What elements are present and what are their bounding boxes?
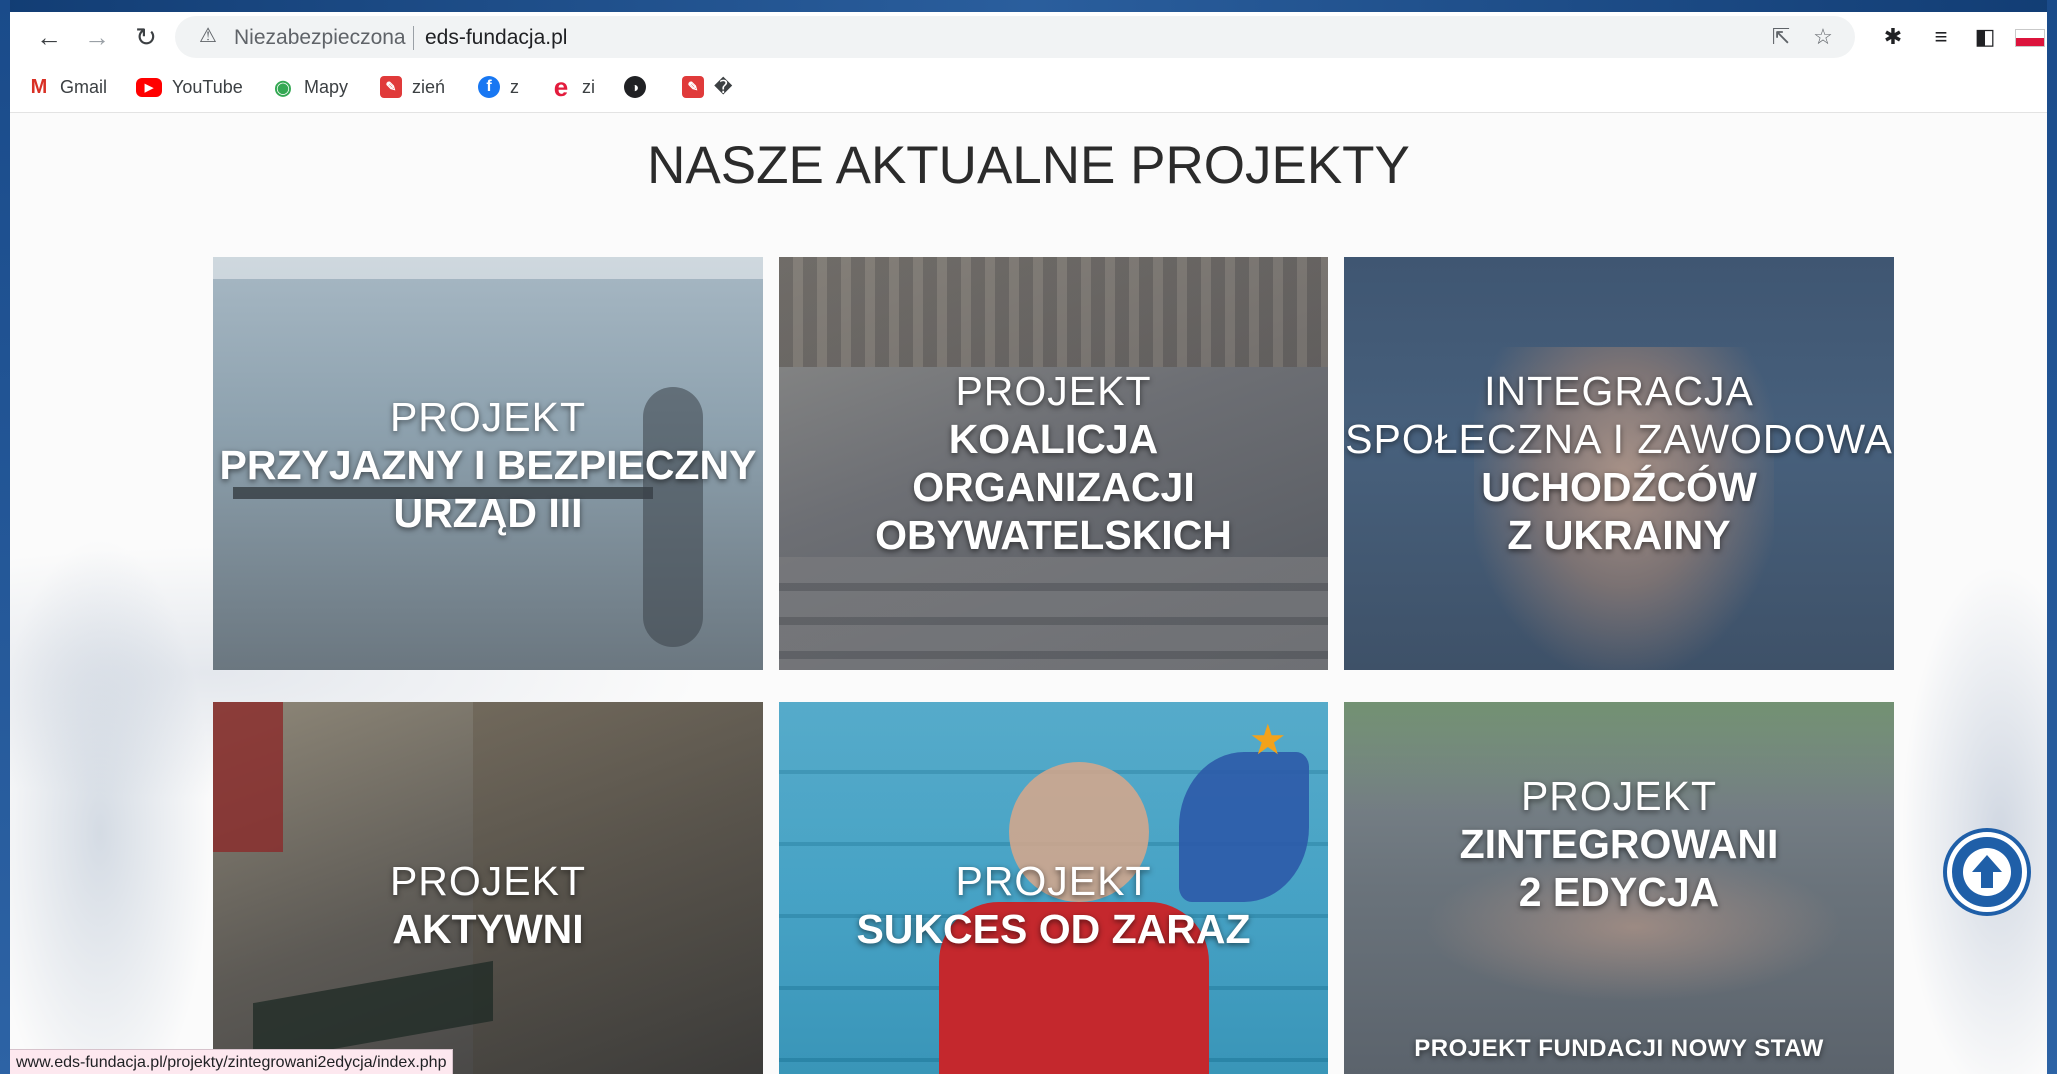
project-card-sukces-od-zaraz[interactable]: ★ PROJEKT SUKCES OD ZARAZ (779, 702, 1328, 1074)
card-label-bold: 2 EDYCJA (1518, 869, 1720, 915)
facebook-icon: f (478, 76, 500, 98)
card-label-bold: URZĄD III (393, 490, 583, 536)
card-image-top-light (213, 257, 763, 279)
e-icon: e (553, 71, 569, 102)
bookmark-label: Mapy (304, 76, 349, 97)
maps-icon: ◉ (274, 76, 292, 99)
bookmark-e[interactable]: e zi (550, 71, 595, 102)
red-bookmark-icon: ✎ (682, 76, 704, 98)
side-panel-icon[interactable]: ◧ (1970, 22, 2000, 52)
bookmark-maps[interactable]: ◉ Mapy (272, 74, 348, 100)
bookmark-label: � (714, 76, 733, 97)
bookmark-gmail[interactable]: M Gmail (28, 74, 107, 100)
card-label-bold: PRZYJAZNY I BEZPIECZNY (219, 442, 757, 488)
browser-window: ← → ↻ ⚠ Niezabezpieczona eds-fundacja.pl… (10, 12, 2047, 1074)
card-image-shutters (779, 257, 1328, 367)
bookmark-label: zień (412, 76, 446, 97)
gmail-icon: M (30, 75, 48, 98)
card-label-thin: PROJEKT (389, 394, 587, 440)
back-icon[interactable]: ← (34, 22, 64, 52)
bookmark-label: YouTube (172, 76, 243, 97)
address-bar[interactable]: ⚠ Niezabezpieczona eds-fundacja.pl ⇱ ☆ (175, 16, 1855, 58)
page-title: NASZE AKTUALNE PROJEKTY (647, 136, 1410, 195)
card-label-bold: OBYWATELSKICH (875, 512, 1232, 558)
profile-flag-icon[interactable] (2015, 29, 2045, 47)
card-label-thin: PROJEKT (1520, 773, 1718, 819)
card-label-bold: Z UKRAINY (1507, 512, 1731, 558)
bookmarks-bar: M Gmail ▶ YouTube ◉ Mapy ✎ zień f z e zi… (10, 62, 2047, 113)
globe-icon: ◑ (624, 76, 646, 98)
scroll-to-top-button[interactable] (1947, 832, 2027, 912)
youtube-icon: ▶ (136, 77, 162, 97)
card-label-bold: ZINTEGROWANI (1459, 821, 1779, 867)
bookmark-label: Gmail (60, 76, 108, 97)
extensions-icon[interactable]: ✱ (1878, 22, 1908, 52)
card-image-circuit-board (253, 960, 493, 1064)
arrow-up-icon (1963, 848, 2011, 896)
reading-list-icon[interactable]: ≡ (1926, 22, 1956, 52)
card-label-thin: SPOŁECZNA I ZAWODOWA (1345, 416, 1893, 462)
card-label-bold: AKTYWNI (392, 906, 584, 952)
warning-icon[interactable]: ⚠ (197, 25, 219, 47)
card-image-tool (213, 702, 283, 852)
card-label-thin: PROJEKT (955, 858, 1152, 904)
window-frame-right (2047, 0, 2057, 1074)
card-label-thin: PROJEKT (955, 368, 1152, 414)
reload-icon[interactable]: ↻ (131, 22, 161, 52)
url-text[interactable]: eds-fundacja.pl (425, 26, 567, 50)
status-bar-url: www.eds-fundacja.pl/projekty/zintegrowan… (10, 1049, 454, 1074)
star-icon: ★ (1249, 716, 1287, 763)
project-card-przyjazny-urzad[interactable]: PROJEKT PRZYJAZNY I BEZPIECZNY URZĄD III (213, 257, 763, 670)
project-card-zintegrowani[interactable]: PROJEKT ZINTEGROWANI 2 EDYCJA PROJEKT FU… (1344, 702, 1894, 1074)
star-icon[interactable]: ☆ (1809, 23, 1837, 51)
page-content: NASZE AKTUALNE PROJEKTY PROJEKT PRZYJAZN… (10, 113, 2047, 1074)
card-label-bold: ORGANIZACJI (912, 464, 1195, 510)
card-label-bold: KOALICJA (948, 416, 1159, 462)
card-footer-label: PROJEKT FUNDACJI NOWY STAW (1414, 1035, 1824, 1062)
project-card-integracja-ukraina[interactable]: INTEGRACJA SPOŁECZNA I ZAWODOWA UCHODŹCÓ… (1344, 257, 1894, 670)
bookmark-youtube[interactable]: ▶ YouTube (136, 74, 243, 100)
card-label-bold: SUKCES OD ZARAZ (856, 906, 1251, 952)
bookmark-zien[interactable]: ✎ zień (380, 74, 445, 100)
bookmark-facebook[interactable]: f z (478, 74, 519, 100)
card-image-steps (779, 557, 1328, 670)
project-card-aktywni[interactable]: PROJEKT AKTYWNI (213, 702, 763, 1074)
bookmark-red-2[interactable]: ✎ � (682, 74, 732, 100)
bookmark-globe[interactable]: ◑ (624, 74, 656, 100)
browser-toolbar: ← → ↻ ⚠ Niezabezpieczona eds-fundacja.pl… (10, 12, 2047, 62)
bookmark-label: z (510, 76, 519, 97)
forward-icon[interactable]: → (82, 22, 112, 52)
project-card-koalicja[interactable]: PROJEKT KOALICJA ORGANIZACJI OBYWATELSKI… (779, 257, 1328, 670)
card-label-bold: UCHODŹCÓW (1481, 464, 1757, 510)
security-label[interactable]: Niezabezpieczona (234, 26, 406, 50)
window-frame-top (0, 0, 2057, 12)
red-bookmark-icon: ✎ (380, 76, 402, 98)
window-frame-left (0, 0, 10, 1074)
card-label-thin: PROJEKT (389, 858, 587, 904)
bookmark-label: zi (582, 76, 595, 97)
share-icon[interactable]: ⇱ (1767, 23, 1795, 51)
card-label-thin: INTEGRACJA (1484, 368, 1754, 414)
address-separator (413, 26, 414, 50)
